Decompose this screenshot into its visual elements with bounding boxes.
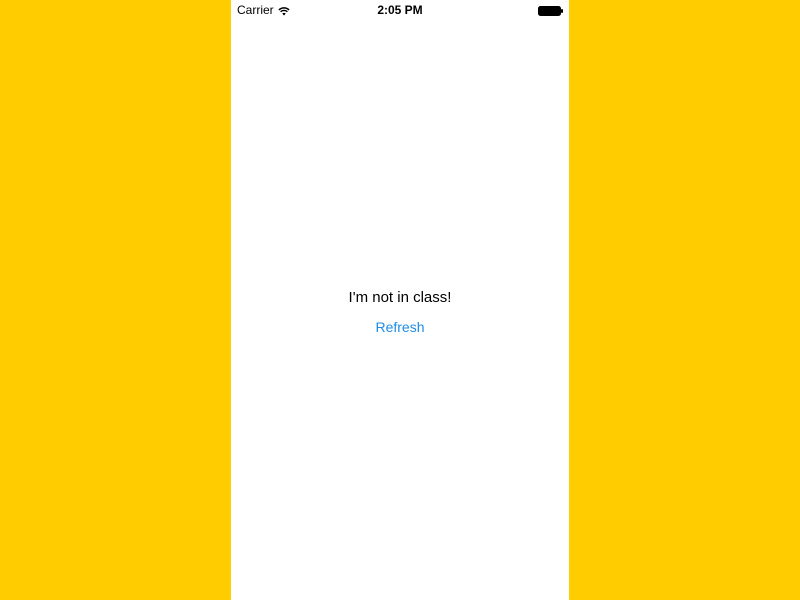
status-bar: Carrier 2:05 PM — [231, 0, 569, 20]
status-time: 2:05 PM — [377, 3, 423, 17]
phone-screen: Carrier 2:05 PM I'm not in class! Refres… — [231, 0, 569, 600]
status-message: I'm not in class! — [348, 289, 452, 306]
refresh-button[interactable]: Refresh — [375, 318, 424, 336]
battery-icon — [538, 5, 564, 16]
main-content: I'm not in class! Refresh — [231, 288, 569, 337]
